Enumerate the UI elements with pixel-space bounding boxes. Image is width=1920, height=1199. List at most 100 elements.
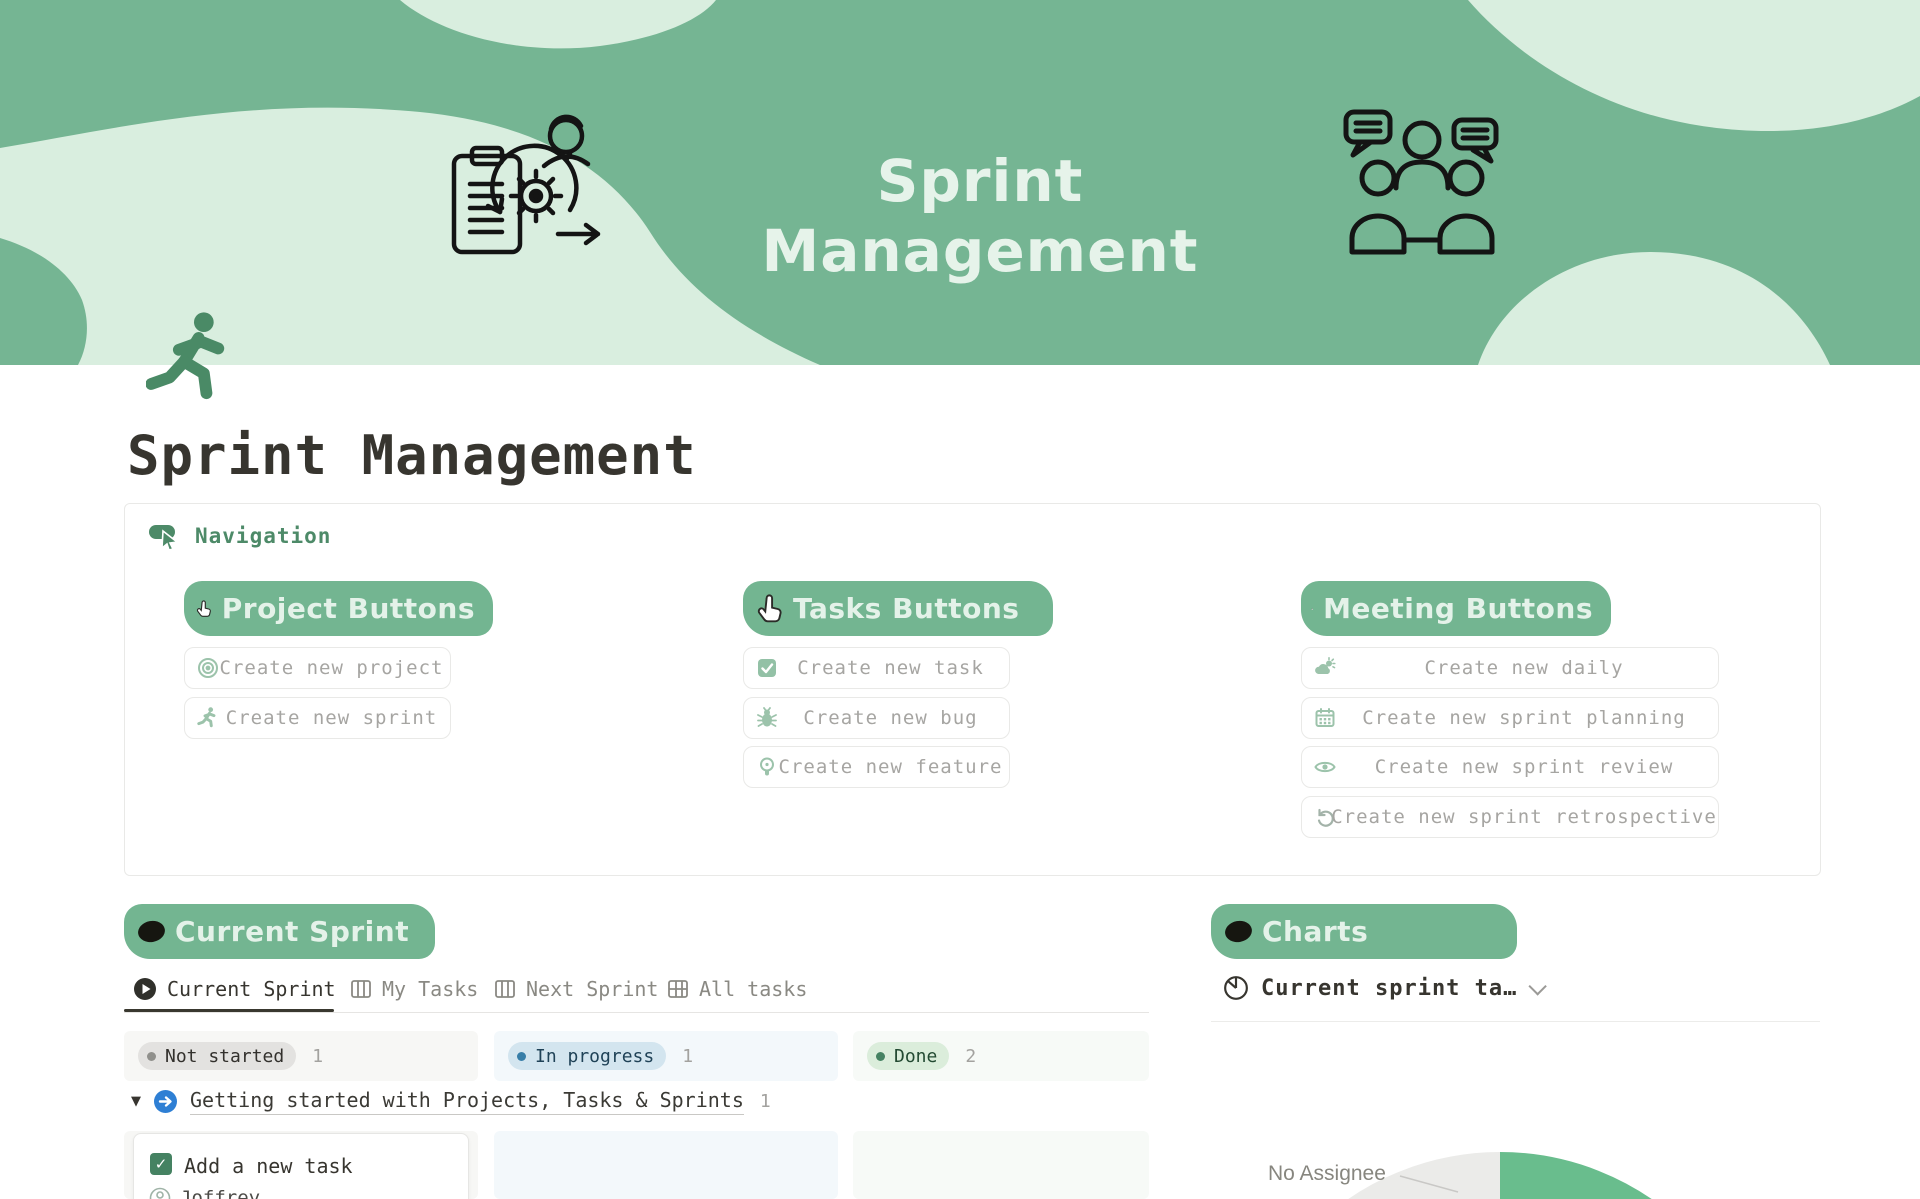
board-group-row: ▼ Getting started with Projects, Tasks &… [131,1088,771,1115]
table-icon [667,978,689,1000]
create-new-sprint-retrospective-label: Create new sprint retrospective [1336,797,1712,837]
task-card[interactable]: ✓ Add a new task Joffrey [133,1133,469,1199]
tab-all-tasks[interactable]: All tasks [667,977,807,1001]
page-icon-runner[interactable] [146,310,238,408]
column-body-done [853,1131,1149,1199]
column-header-in-progress: In progress 1 [494,1031,838,1081]
lightbulb-icon [756,756,778,778]
assignee-donut-chart: No Assignee [1200,1128,1920,1199]
task-title[interactable]: Add a new task [184,1154,353,1178]
create-new-sprint-retrospective-button[interactable]: Create new sprint retrospective [1301,796,1719,838]
create-new-sprint-planning-button[interactable]: Create new sprint planning [1301,697,1719,739]
create-new-sprint-review-button[interactable]: Create new sprint review [1301,746,1719,788]
task-checkbox[interactable]: ✓ [150,1153,172,1175]
avatar-icon [149,1187,171,1199]
column-count: 1 [312,1046,323,1067]
bug-icon [756,707,778,729]
current-sprint-section-header[interactable]: Current Sprint [124,904,435,959]
tab-my-tasks-label: My Tasks [382,977,478,1001]
meeting-buttons-label: Meeting Buttons [1323,592,1593,625]
tasks-buttons-label: Tasks Buttons [793,592,1019,625]
sun-cloud-icon [1314,657,1336,679]
tab-all-tasks-label: All tasks [699,977,807,1001]
donut-segment-green [1500,1180,1740,1199]
charts-section-header[interactable]: Charts [1211,904,1517,959]
chart-view-selector[interactable]: Current sprint ta… [1223,975,1542,1001]
board-icon [350,978,372,1000]
board-icon [494,978,516,1000]
status-pill-not-started[interactable]: Not started [138,1042,296,1070]
tab-next-sprint-label: Next Sprint [526,977,658,1001]
team-meeting-illustration [1338,100,1503,265]
create-new-bug-button[interactable]: Create new bug [743,697,1010,739]
collapse-toggle-icon[interactable]: ▼ [131,1094,141,1109]
meeting-buttons-header[interactable]: Meeting Buttons [1301,581,1611,636]
target-icon [197,657,219,679]
hand-cursor-icon [1311,594,1313,624]
current-sprint-section-label: Current Sprint [175,915,409,948]
project-buttons-label: Project Buttons [222,592,475,625]
sprint-arrow-icon [153,1089,178,1114]
navigation-label: Navigation [195,524,331,548]
create-new-daily-button[interactable]: Create new daily [1301,647,1719,689]
column-header-done: Done 2 [853,1031,1149,1081]
tab-next-sprint[interactable]: Next Sprint [494,977,658,1001]
create-new-task-label: Create new task [778,648,1003,688]
column-body-in-progress [494,1131,838,1199]
status-pill-in-progress[interactable]: In progress [508,1042,666,1070]
create-new-project-label: Create new project [219,648,444,688]
charts-section-label: Charts [1262,915,1368,948]
group-title-link[interactable]: Getting started with Projects, Tasks & S… [190,1088,744,1115]
status-label: Not started [165,1046,284,1067]
status-dot [147,1052,156,1061]
chart-view-label: Current sprint ta… [1261,976,1517,1001]
project-buttons-header[interactable]: Project Buttons [184,581,493,636]
status-dot [517,1052,526,1061]
tab-current-sprint-label: Current Sprint [167,977,336,1001]
play-circle-icon [133,977,157,1001]
chevron-down-icon [1529,977,1547,995]
create-new-sprint-review-label: Create new sprint review [1336,747,1712,787]
hand-cursor-icon [753,594,783,624]
black-oval-icon [1223,919,1253,944]
tab-bar-divider [124,1012,1149,1013]
create-new-task-button[interactable]: Create new task [743,647,1010,689]
status-label: In progress [535,1046,654,1067]
create-new-feature-button[interactable]: Create new feature [743,746,1010,788]
click-button-icon [148,522,182,550]
eye-icon [1314,756,1336,778]
create-new-sprint-button[interactable]: Create new sprint [184,697,451,739]
status-pill-done[interactable]: Done [867,1042,949,1070]
banner-title: Sprint Management [660,146,1300,286]
scrum-cycle-illustration [440,92,620,272]
page-title[interactable]: Sprint Management [127,424,697,487]
assignee-name: Joffrey [180,1187,260,1199]
tasks-buttons-header[interactable]: Tasks Buttons [743,581,1053,636]
create-new-project-button[interactable]: Create new project [184,647,451,689]
black-oval-icon [136,919,166,944]
create-new-feature-label: Create new feature [778,747,1003,787]
create-new-bug-label: Create new bug [778,698,1003,738]
pie-chart-icon [1223,975,1249,1001]
status-dot [876,1052,885,1061]
runner-icon [197,707,219,729]
tab-current-sprint[interactable]: Current Sprint [133,977,336,1001]
navigation-header: Navigation [148,522,331,550]
task-assignee: Joffrey [149,1187,260,1199]
sprint-management-page: Sprint Management Sprint [0,0,1920,1199]
column-count: 1 [682,1046,693,1067]
column-count: 2 [965,1046,976,1067]
tab-my-tasks[interactable]: My Tasks [350,977,478,1001]
create-new-sprint-label: Create new sprint [219,698,444,738]
charts-divider [1211,1021,1820,1022]
page-cover-banner: Sprint Management [0,0,1920,365]
checkbox-icon [756,657,778,679]
column-header-not-started: Not started 1 [124,1031,478,1081]
create-new-daily-label: Create new daily [1336,648,1712,688]
calendar-icon [1314,707,1336,729]
status-label: Done [894,1046,937,1067]
no-assignee-label: No Assignee [1268,1162,1386,1185]
hand-cursor-icon [194,594,212,624]
group-count: 1 [760,1091,771,1112]
create-new-sprint-planning-label: Create new sprint planning [1336,698,1712,738]
